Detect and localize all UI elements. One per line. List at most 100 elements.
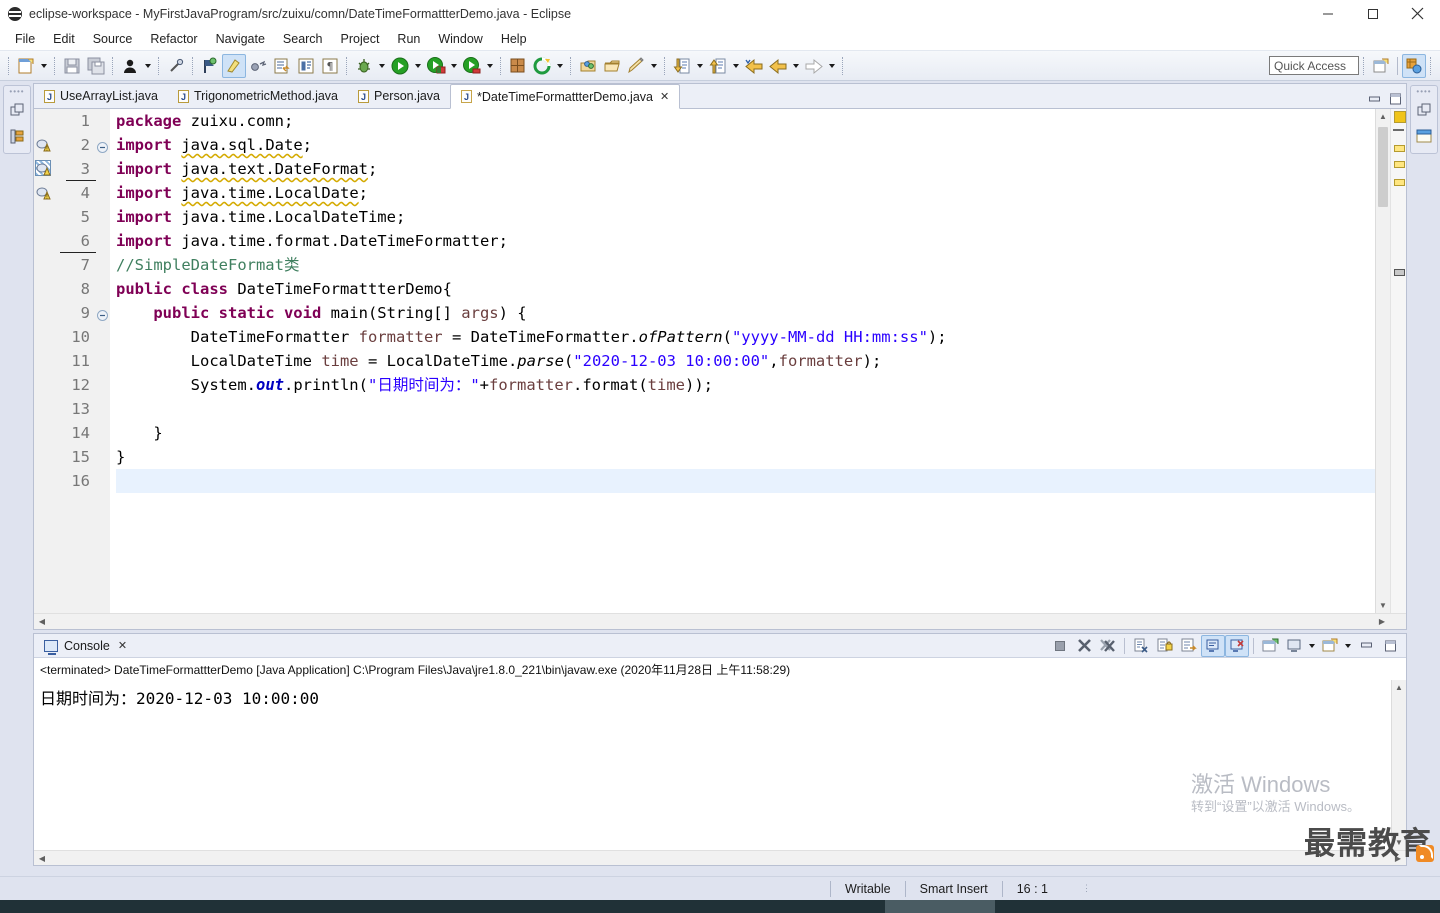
minimize-button[interactable] bbox=[1305, 0, 1350, 28]
open-console-icon[interactable] bbox=[1318, 635, 1342, 657]
package-explorer-icon[interactable] bbox=[4, 123, 30, 149]
console-vertical-scrollbar[interactable]: ▲ ▼ bbox=[1391, 680, 1406, 850]
external-tools-icon[interactable] bbox=[460, 54, 484, 78]
taskbar-active-item[interactable] bbox=[885, 900, 995, 913]
status-grip[interactable]: ⋮ bbox=[1062, 883, 1112, 894]
menu-item-window[interactable]: Window bbox=[429, 30, 491, 48]
open-type-icon[interactable] bbox=[294, 54, 318, 78]
word-wrap-icon[interactable] bbox=[1177, 635, 1201, 657]
menu-item-project[interactable]: Project bbox=[332, 30, 389, 48]
outline-view-icon[interactable] bbox=[1411, 123, 1437, 149]
editor-folding-column[interactable] bbox=[96, 109, 110, 613]
console-output-area[interactable]: 日期时间为：2020-12-03 10:00:00 ▲ ▼ bbox=[34, 680, 1406, 850]
chevron-down-icon[interactable] bbox=[730, 54, 742, 78]
editor-overview-ruler[interactable] bbox=[1390, 109, 1406, 613]
overview-warning-mark[interactable] bbox=[1394, 145, 1405, 152]
last-edit-location-icon[interactable] bbox=[198, 54, 222, 78]
maximize-button[interactable] bbox=[1350, 0, 1395, 28]
clear-console-icon[interactable] bbox=[1129, 635, 1153, 657]
code-line-12[interactable]: System.out.println("日期时间为："+formatter.fo… bbox=[116, 373, 1375, 397]
open-type-hierarchy-icon[interactable] bbox=[576, 54, 600, 78]
warning-marker-icon[interactable]: ! bbox=[36, 184, 51, 208]
chevron-down-icon[interactable] bbox=[484, 54, 496, 78]
code-line-8[interactable]: public class DateTimeFormattterDemo{ bbox=[116, 277, 1375, 301]
next-annotation-icon[interactable] bbox=[246, 54, 270, 78]
scroll-left-icon[interactable]: ◀ bbox=[34, 617, 50, 626]
maximize-part-icon[interactable] bbox=[1378, 635, 1402, 657]
run-icon[interactable] bbox=[388, 54, 412, 78]
warning-marker-icon[interactable] bbox=[36, 160, 51, 184]
editor-tab-datetimeformattterdemo[interactable]: *DateTimeFormattterDemo.java ✕ bbox=[450, 84, 681, 109]
open-task-icon[interactable] bbox=[270, 54, 294, 78]
chevron-down-icon[interactable] bbox=[790, 54, 802, 78]
code-line-10[interactable]: DateTimeFormatter formatter = DateTimeFo… bbox=[116, 325, 1375, 349]
restore-icon[interactable] bbox=[4, 97, 30, 123]
scrollbar-track[interactable] bbox=[50, 851, 1390, 865]
save-all-icon[interactable] bbox=[84, 54, 108, 78]
code-line-4[interactable]: import java.time.LocalDate; bbox=[116, 181, 1375, 205]
new-wizard-icon[interactable] bbox=[14, 54, 38, 78]
fold-collapse-icon[interactable] bbox=[97, 309, 108, 324]
show-whitespace-icon[interactable]: ¶ bbox=[318, 54, 342, 78]
debug-icon[interactable] bbox=[352, 54, 376, 78]
overview-warning-mark[interactable] bbox=[1394, 179, 1405, 186]
previous-edit-icon[interactable] bbox=[706, 54, 730, 78]
code-line-5[interactable]: import java.time.LocalDateTime; bbox=[116, 205, 1375, 229]
save-icon[interactable] bbox=[60, 54, 84, 78]
code-line-3[interactable]: import java.text.DateFormat; bbox=[116, 157, 1375, 181]
next-edit-icon[interactable] bbox=[670, 54, 694, 78]
remove-launch-icon[interactable] bbox=[1072, 635, 1096, 657]
code-line-7[interactable]: //SimpleDateFormat类 bbox=[116, 253, 1375, 277]
overview-status-icon[interactable] bbox=[1394, 111, 1406, 123]
pin-console-icon[interactable] bbox=[1258, 635, 1282, 657]
open-task-repository-icon[interactable] bbox=[600, 54, 624, 78]
chevron-down-icon[interactable] bbox=[1342, 634, 1354, 658]
scroll-lock-icon[interactable] bbox=[1153, 635, 1177, 657]
close-tab-icon[interactable]: ✕ bbox=[660, 90, 669, 103]
show-console-on-output-icon[interactable] bbox=[1201, 634, 1225, 657]
chevron-down-icon[interactable] bbox=[694, 54, 706, 78]
scroll-up-icon[interactable]: ▲ bbox=[1376, 109, 1390, 124]
menu-item-edit[interactable]: Edit bbox=[44, 30, 84, 48]
quick-access-input[interactable]: Quick Access bbox=[1269, 56, 1359, 75]
scroll-down-icon[interactable]: ▼ bbox=[1376, 598, 1390, 613]
run-coverage-icon[interactable] bbox=[424, 54, 448, 78]
rail-grip[interactable]: •••• bbox=[4, 88, 30, 97]
warning-marker-icon[interactable]: ! bbox=[36, 136, 51, 160]
chevron-down-icon[interactable] bbox=[648, 54, 660, 78]
editor-source[interactable]: package zuixu.comn; import java.sql.Date;… bbox=[110, 109, 1375, 493]
editor-tab-usearraylist[interactable]: UseArrayList.java bbox=[34, 84, 168, 108]
editor-code-area[interactable]: package zuixu.comn; import java.sql.Date;… bbox=[110, 109, 1375, 613]
menu-item-help[interactable]: Help bbox=[492, 30, 536, 48]
scrollbar-thumb[interactable] bbox=[1378, 127, 1388, 207]
scroll-right-icon[interactable]: ▶ bbox=[1374, 617, 1390, 626]
code-line-13[interactable] bbox=[116, 397, 1375, 421]
chevron-down-icon[interactable] bbox=[38, 54, 50, 78]
chevron-down-icon[interactable] bbox=[448, 54, 460, 78]
menu-item-run[interactable]: Run bbox=[388, 30, 429, 48]
new-package-icon[interactable] bbox=[530, 54, 554, 78]
forward-icon[interactable] bbox=[802, 54, 826, 78]
rail-grip[interactable]: •••• bbox=[1411, 88, 1437, 97]
chevron-down-icon[interactable] bbox=[376, 54, 388, 78]
code-line-11[interactable]: LocalDateTime time = LocalDateTime.parse… bbox=[116, 349, 1375, 373]
scroll-up-icon[interactable]: ▲ bbox=[1392, 680, 1406, 695]
scrollbar-track[interactable] bbox=[50, 615, 1374, 629]
chevron-down-icon[interactable] bbox=[554, 54, 566, 78]
editor-body[interactable]: ! ! 1 2 3 4 5 6 7 8 9 10 11 12 13 14 15 … bbox=[34, 109, 1406, 613]
editor-marker-ruler[interactable]: ! ! bbox=[34, 109, 54, 613]
back-icon[interactable] bbox=[742, 54, 766, 78]
console-horizontal-scrollbar[interactable]: ◀ ▶ bbox=[34, 850, 1406, 865]
chevron-down-icon[interactable] bbox=[412, 54, 424, 78]
fold-collapse-icon[interactable] bbox=[97, 141, 108, 156]
remove-all-terminated-icon[interactable] bbox=[1096, 635, 1120, 657]
code-line-6[interactable]: import java.time.format.DateTimeFormatte… bbox=[116, 229, 1375, 253]
editor-horizontal-scrollbar[interactable]: ◀ ▶ bbox=[34, 613, 1406, 629]
console-tab[interactable]: Console ✕ bbox=[34, 639, 135, 655]
chevron-down-icon[interactable] bbox=[826, 54, 838, 78]
search-icon[interactable] bbox=[624, 54, 648, 78]
java-perspective-icon[interactable] bbox=[1402, 53, 1426, 78]
close-button[interactable] bbox=[1395, 0, 1440, 28]
minimize-part-icon[interactable] bbox=[1354, 635, 1378, 657]
menu-item-file[interactable]: File bbox=[6, 30, 44, 48]
